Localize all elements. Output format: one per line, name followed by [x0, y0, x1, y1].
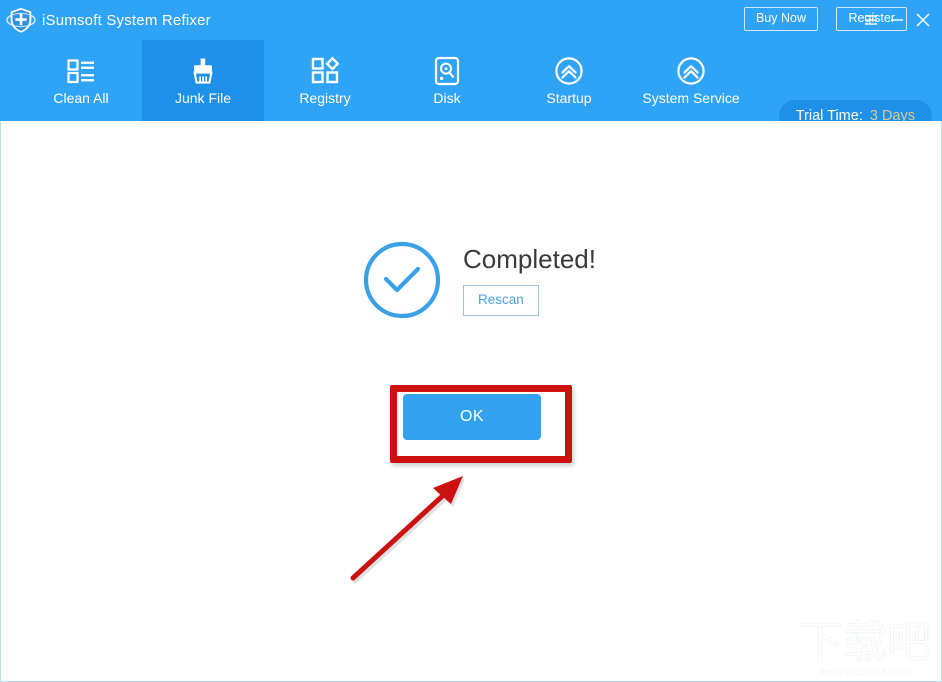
content-area: Completed! Rescan OK 下载吧 www.xiazaiba.co… [0, 121, 942, 682]
shield-plus-icon [6, 7, 36, 33]
chevron-up-circle-icon [676, 56, 706, 86]
minimize-icon[interactable] [886, 9, 908, 31]
scan-status: Completed! Rescan [362, 240, 596, 320]
nav-item-disk[interactable]: Disk [386, 40, 508, 121]
ok-button[interactable]: OK [403, 394, 541, 440]
rescan-button[interactable]: Rescan [463, 285, 539, 316]
nav-item-junk-file[interactable]: Junk File [142, 40, 264, 121]
check-circle-icon [363, 241, 441, 319]
title-bar: iSumsoft System Refixer Buy Now Register [0, 0, 942, 40]
hard-disk-icon [434, 56, 460, 86]
status-text-group: Completed! Rescan [463, 240, 596, 316]
nav-label: Registry [299, 89, 351, 106]
registry-grid-icon [311, 56, 339, 86]
hamburger-menu-icon[interactable] [860, 9, 882, 31]
arrow-up-right-icon [350, 476, 465, 584]
site-watermark: 下载吧 www.xiazaiba.com [792, 617, 938, 678]
buy-now-button[interactable]: Buy Now [743, 7, 818, 31]
watermark-url: www.xiazaiba.com [819, 666, 911, 678]
chevron-up-circle-icon [554, 56, 584, 86]
watermark-text: 下载吧 [799, 617, 932, 668]
nav-label: Clean All [53, 89, 109, 106]
nav-item-clean-all[interactable]: Clean All [20, 40, 142, 121]
nav-label: Junk File [174, 89, 232, 106]
nav-label: Disk [433, 89, 461, 106]
nav-label: Startup [546, 89, 592, 106]
nav-item-system-service[interactable]: System Service [630, 40, 752, 121]
nav-item-registry[interactable]: Registry [264, 40, 386, 121]
main-navigation: Clean All Junk File Registry Disk Startu… [0, 40, 942, 132]
nav-item-startup[interactable]: Startup [508, 40, 630, 121]
checklist-icon [67, 56, 95, 86]
close-icon[interactable] [912, 9, 934, 31]
status-title: Completed! [463, 244, 596, 274]
broom-icon [189, 56, 217, 86]
nav-label: System Service [642, 89, 740, 106]
app-title: iSumsoft System Refixer [42, 11, 211, 29]
